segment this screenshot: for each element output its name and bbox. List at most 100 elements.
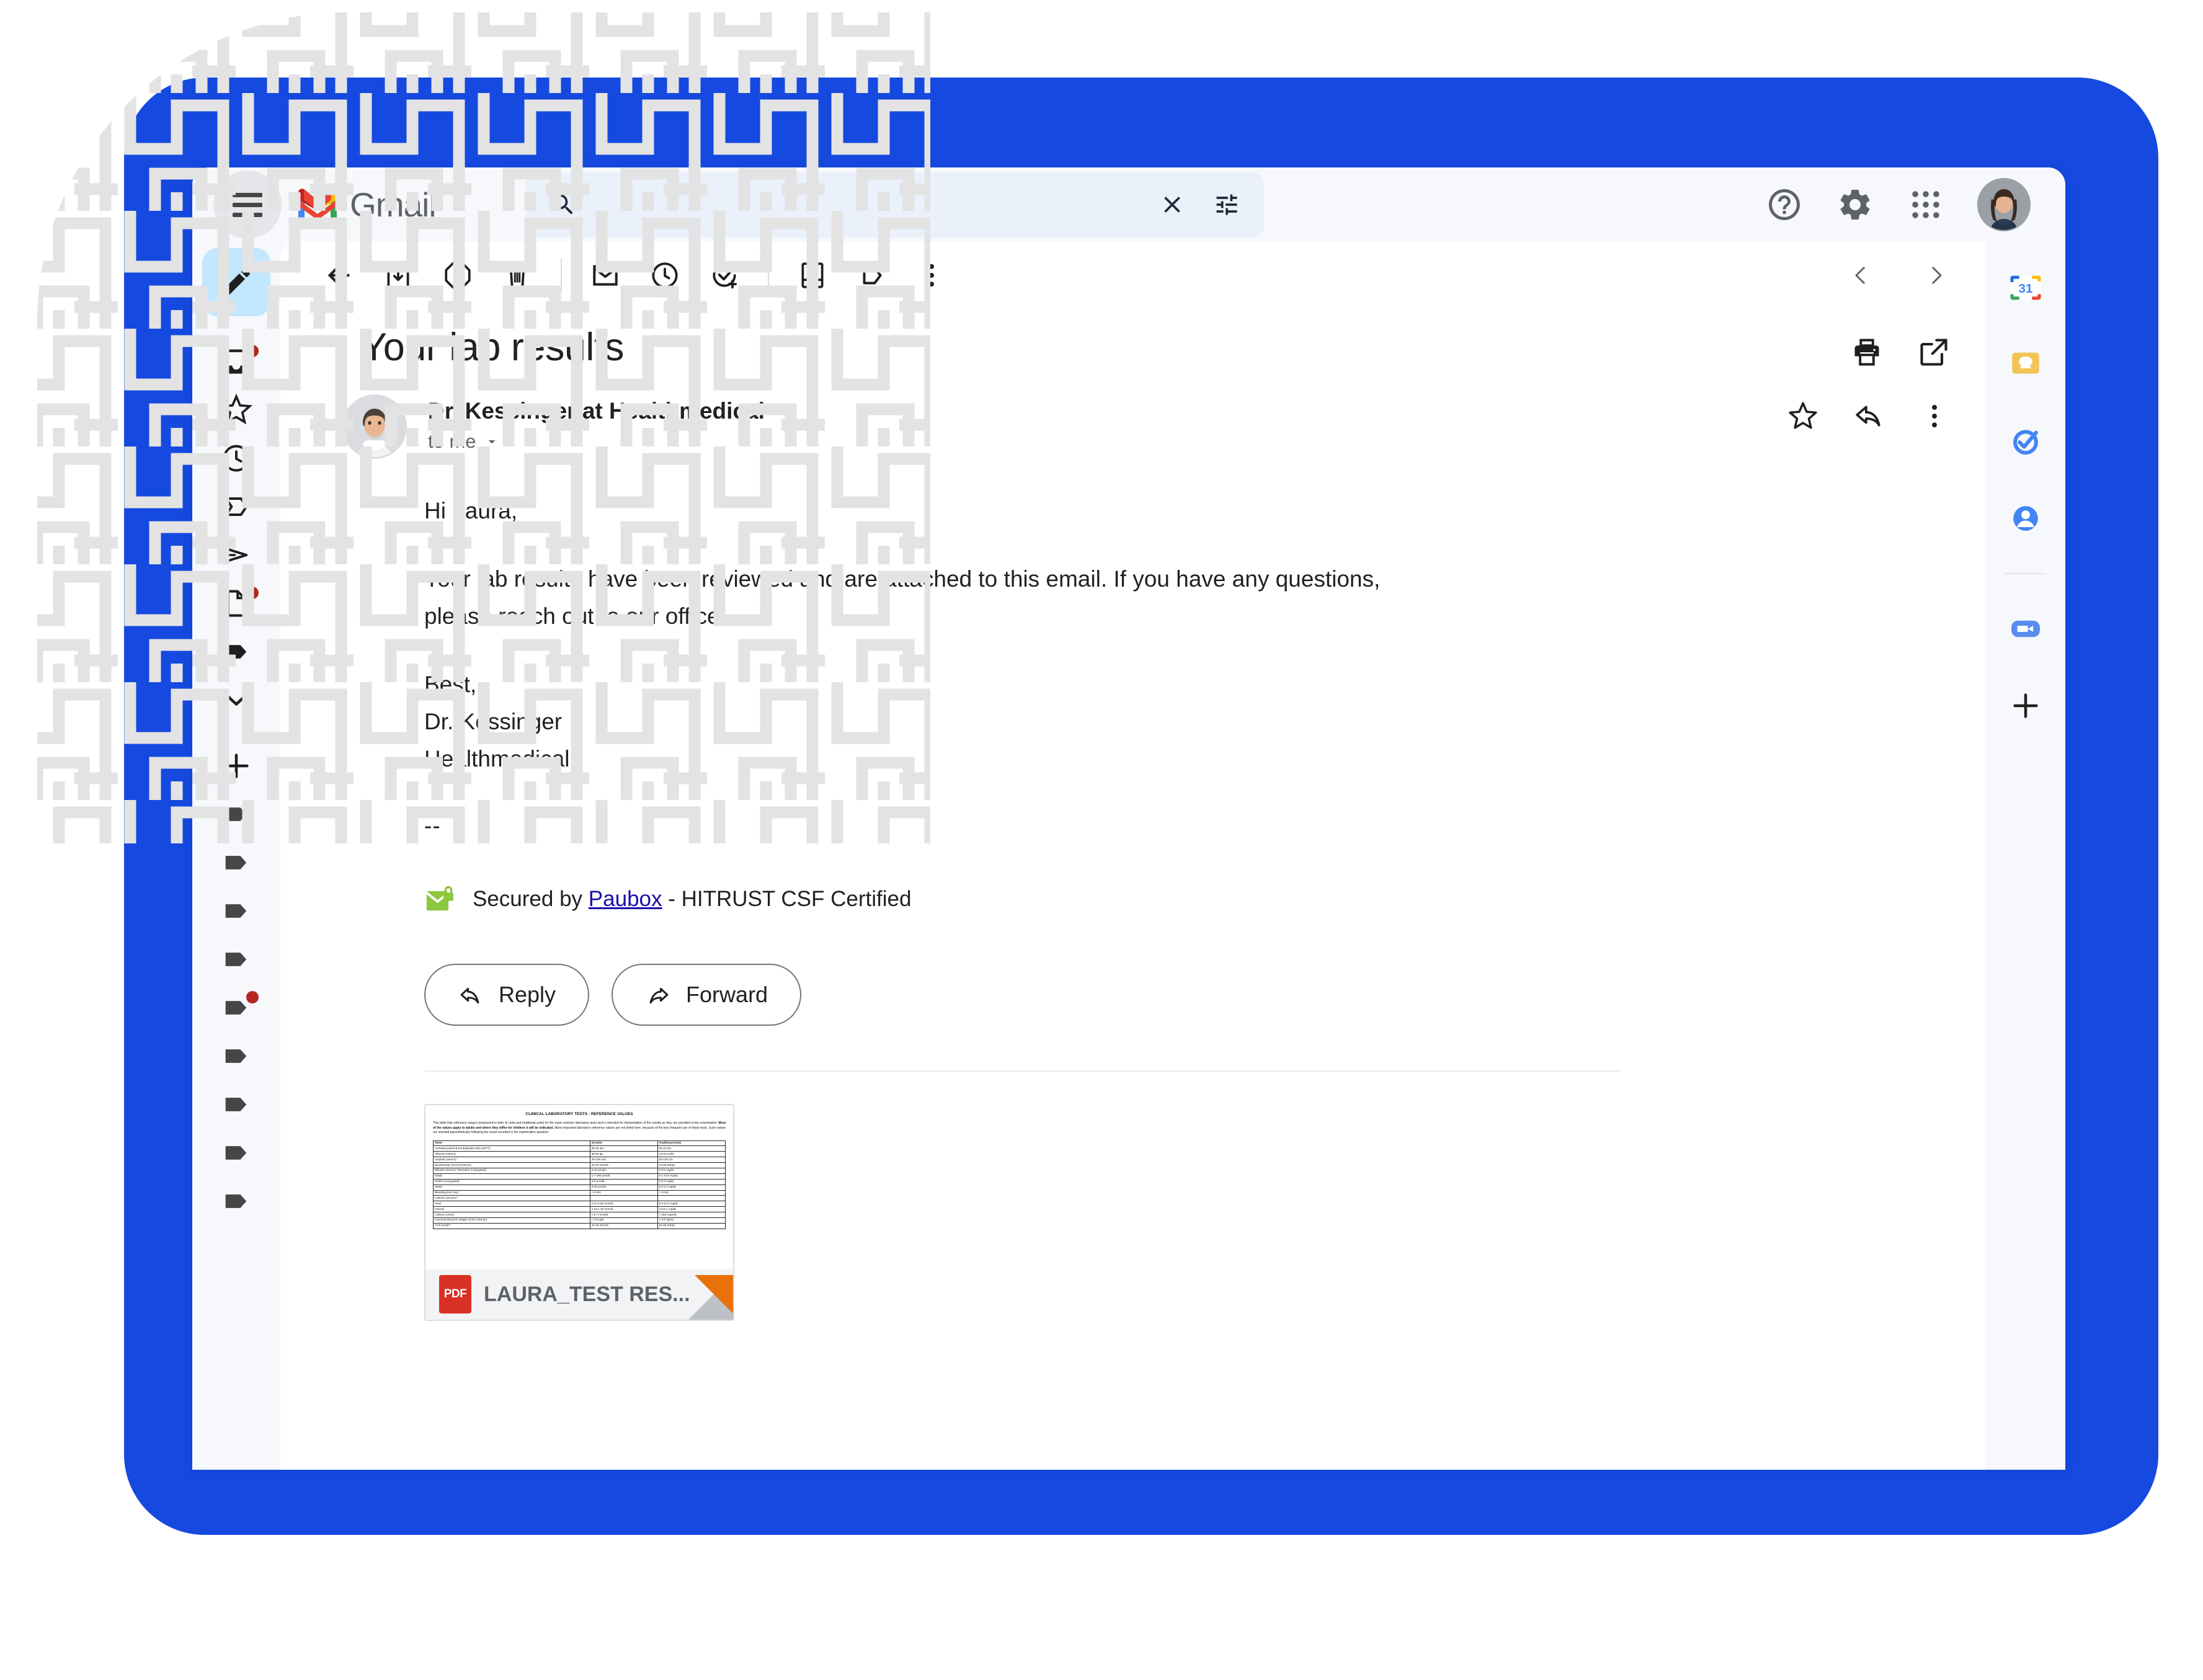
table-cell (657, 1195, 726, 1202)
table-cell (589, 1195, 658, 1202)
attachments-divider (424, 1070, 1621, 1072)
sidebar-item-label-9[interactable] (204, 1129, 269, 1177)
table-cell: < 250 mg/24h (657, 1212, 726, 1218)
attachment-filename: LAURA_TEST RES... (484, 1282, 690, 1306)
table-cell: < 9 min (589, 1189, 658, 1196)
table-cell: < 3.0 µg/L (589, 1217, 658, 1224)
sidebar-item-label-5[interactable] (204, 935, 269, 984)
reply-icon-button[interactable] (1853, 401, 1884, 432)
star-button[interactable] (1787, 401, 1818, 432)
google-tasks-icon[interactable] (2003, 419, 2048, 464)
chevron-right-icon (1932, 267, 1942, 284)
preview-intro: This table lists reference ranges (expre… (433, 1121, 726, 1134)
sidebar-item-label-8[interactable] (204, 1080, 269, 1129)
label-icon (225, 1049, 247, 1063)
table-row: Amylase (serum) 25-125 IU/L 25-125 U/L (433, 1157, 726, 1163)
attachment-card[interactable]: CLINICAL LABORATORY TESTS - REFERENCE VA… (424, 1104, 734, 1322)
panel-divider (2005, 573, 2046, 574)
google-contacts-icon[interactable] (2003, 496, 2048, 541)
zoom-icon[interactable] (2003, 607, 2048, 651)
table-cell: 22-29 mEq/L (657, 1222, 726, 1229)
label-icon (225, 953, 247, 966)
table-cell: Amylase (serum) (433, 1157, 590, 1163)
sidebar-item-label-6[interactable] (204, 984, 269, 1032)
forward-button[interactable]: Forward (612, 964, 802, 1026)
table-cell: 0-35 µmol/L (589, 1184, 658, 1191)
open-in-new-window-button[interactable] (1918, 336, 1950, 368)
header-actions (1765, 178, 2047, 231)
table-cell: 0.1-10.5 mg/dL (657, 1173, 726, 1180)
open-in-new-icon (1920, 339, 1947, 366)
settings-icon[interactable] (1836, 185, 1874, 224)
sidebar-item-label-7[interactable] (204, 1032, 269, 1080)
table-row: CO2 (total)** 22-29 mmol/L 22-29 mEq/L (433, 1222, 726, 1229)
pdf-icon: PDF (439, 1275, 471, 1314)
apps-grid-icon[interactable] (1907, 185, 1945, 224)
table-cell: Bicarbonate (HCO3) (serum) (433, 1162, 590, 1168)
paubox-prefix: Secured by (473, 886, 583, 911)
google-keep-icon[interactable] (2003, 342, 2048, 387)
table-header-row: Tests SI Units Traditional Units (433, 1140, 726, 1147)
table-cell: 35-50 g/L (589, 1151, 658, 1158)
reply-icon (1856, 406, 1880, 427)
table-row: Albumin (serum) 35-50 g/L 3.5-5.0 g/dL (433, 1151, 726, 1158)
star-icon (1789, 402, 1817, 429)
message-actions (1787, 394, 1986, 432)
label-icon (225, 1146, 247, 1160)
label-icon (225, 1194, 247, 1208)
table-cell: Albumin (serum) (433, 1151, 590, 1158)
table-cell: Ionized (433, 1206, 590, 1213)
label-icon (225, 904, 247, 918)
table-cell: 22-29 mEq/L (657, 1162, 726, 1168)
label-icon (225, 856, 247, 869)
col-si-units: SI Units (589, 1140, 658, 1147)
table-cell: < 9 min (657, 1189, 726, 1196)
table-cell: (total) (433, 1173, 590, 1180)
print-icon (1854, 339, 1879, 366)
message-more-button[interactable] (1919, 401, 1950, 432)
newer-button[interactable] (1836, 251, 1885, 300)
sidebar-item-label-4[interactable] (204, 887, 269, 935)
label-icon (225, 1098, 247, 1111)
table-cell: 0-0.3 mg/dL (657, 1178, 726, 1185)
table-cell: 1.7-180 µmol/L (589, 1173, 658, 1180)
table-row: (total) 1.7-180 µmol/L 0.1-10.5 mg/dL (433, 1173, 726, 1180)
sidebar-item-label-10[interactable] (204, 1177, 269, 1225)
table-cell: 1.15-1.35 mmol/L (589, 1206, 658, 1213)
table-row: Calcium (urine) < 6.7 mmol/d < 250 mg/24h (433, 1212, 726, 1218)
table-row: Ionized 1.15-1.35 mmol/L 4.6-5.1 mg/dL (433, 1206, 726, 1213)
chevron-left-icon (1855, 267, 1865, 284)
forward-button-label: Forward (686, 982, 768, 1008)
forward-icon (649, 988, 669, 1004)
table-row: Adults (conjugated) 0-5 µmol/L 0-0.3 mg/dL (433, 1178, 726, 1185)
svg-text:31: 31 (2019, 282, 2033, 296)
col-traditional-units: Traditional Units (657, 1140, 726, 1147)
table-cell: Adults (conjugated) (433, 1178, 590, 1185)
table-cell: Bleeding time (Ivy) (433, 1189, 590, 1196)
col-tests: Tests (433, 1140, 590, 1147)
paubox-link[interactable]: Paubox (589, 887, 662, 911)
table-row: Total 2.10-2.60 mmol/L 8.4-10.4 mg/dL (433, 1201, 726, 1207)
support-icon[interactable] (1765, 185, 1804, 224)
reply-button-label: Reply (499, 982, 556, 1008)
table-cell: 0.2-1.3 mg/dL (657, 1184, 726, 1191)
plus-icon[interactable] (2003, 683, 2048, 728)
table-row: Carcinoembryonic antigen (CEA) (serum) < … (433, 1217, 726, 1224)
preview-title: CLINICAL LABORATORY TESTS - REFERENCE VA… (525, 1112, 633, 1117)
print-button[interactable] (1851, 336, 1883, 368)
avatar[interactable] (1977, 178, 2031, 231)
table-row: Calcium (serum)** (433, 1195, 726, 1202)
reply-button[interactable]: Reply (424, 964, 590, 1026)
table-cell: 22-29 mmol/L (589, 1162, 658, 1168)
paubox-badge: Secured by Paubox - HITRUST CSF Certifie… (424, 882, 1392, 917)
maze-pattern-overlay (37, 12, 930, 843)
dogear-fold (695, 1275, 733, 1314)
sidebar-item-label-3[interactable] (204, 838, 269, 887)
reply-icon (460, 988, 479, 1004)
table-cell: CO2 (total)** (433, 1222, 590, 1229)
older-button[interactable] (1911, 251, 1961, 300)
tune-icon[interactable] (1213, 191, 1240, 218)
close-icon[interactable] (1159, 191, 1186, 218)
google-calendar-icon[interactable]: 31 (2003, 265, 2048, 310)
table-cell: (total) (433, 1184, 590, 1191)
